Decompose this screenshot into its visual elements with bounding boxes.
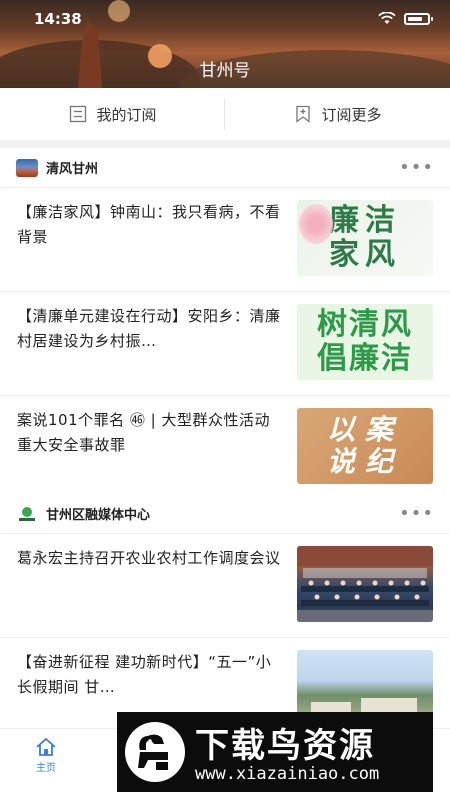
more-icon[interactable]: ••• — [399, 157, 434, 178]
watermark-url: www.xiazainiao.com — [195, 764, 380, 784]
channel-card: 清风甘州 ••• 【廉洁家风】钟南山：我只看病，不看背景 廉洁 家风 【清廉单元… — [0, 148, 450, 500]
blossom-decoration — [299, 204, 333, 244]
thumbnail-text: 廉洁 家风 — [329, 202, 401, 272]
list-item[interactable]: 案说101个罪名 ㊻ | 大型群众性活动重大安全事故罪 以案 说纪 — [0, 396, 450, 500]
thumbnail-text: 树清风 倡廉洁 — [317, 306, 413, 376]
banner-decoration — [108, 0, 130, 22]
thumbnail-text: 以案 说纪 — [326, 412, 403, 478]
channel-name: 甘州区融媒体中心 — [46, 508, 151, 523]
channel-header[interactable]: 清风甘州 ••• — [0, 148, 450, 188]
article-thumbnail: 廉洁 家风 — [297, 200, 433, 276]
tab-home-label: 主页 — [36, 763, 56, 774]
subscribe-more-label: 订阅更多 — [321, 105, 382, 124]
article-title: 葛永宏主持召开农业农村工作调度会议 — [17, 549, 281, 567]
home-icon — [36, 737, 56, 756]
status-time: 14:38 — [34, 10, 82, 28]
meeting-photo — [297, 546, 433, 622]
tab-home[interactable]: 主页 — [26, 737, 66, 774]
wifi-icon — [378, 12, 396, 24]
watermark-title: 下载鸟资源 — [195, 726, 375, 766]
article-title: 【奋进新征程 建功新时代】“五一”小长假期间 甘… — [17, 653, 272, 696]
channel-card: 甘州区融媒体中心 ••• 葛永宏主持召开农业农村工作调度会议 【奋进新征程 建功… — [0, 494, 450, 742]
subscribe-more-button[interactable]: 订阅更多 — [225, 88, 450, 140]
channel-name: 清风甘州 — [46, 162, 99, 177]
list-icon — [70, 105, 87, 123]
more-icon[interactable]: ••• — [399, 503, 434, 524]
channel-logo — [16, 158, 38, 177]
page-title: 甘州号 — [199, 61, 251, 81]
channel-logo — [19, 506, 35, 521]
my-subscriptions-button[interactable]: 我的订阅 — [0, 88, 225, 140]
header-banner: 14:38 甘州号 — [0, 0, 450, 88]
article-title: 【廉洁家风】钟南山：我只看病，不看背景 — [17, 203, 281, 246]
subscribe-bar: 我的订阅 订阅更多 — [0, 88, 450, 140]
article-title: 案说101个罪名 ㊻ | 大型群众性活动重大安全事故罪 — [17, 411, 270, 454]
list-item[interactable]: 【清廉单元建设在行动】安阳乡：清廉村居建设为乡村振… 树清风 倡廉洁 — [0, 292, 450, 396]
my-subscriptions-label: 我的订阅 — [96, 105, 157, 124]
article-thumbnail: 树清风 倡廉洁 — [297, 304, 433, 380]
battery-icon — [404, 12, 433, 25]
status-icons — [378, 12, 433, 25]
article-thumbnail: 以案 说纪 — [297, 408, 433, 484]
list-item[interactable]: 葛永宏主持召开农业农村工作调度会议 — [0, 534, 450, 638]
article-thumbnail — [297, 546, 433, 622]
bird-icon — [138, 734, 168, 770]
article-title: 【清廉单元建设在行动】安阳乡：清廉村居建设为乡村振… — [17, 307, 281, 350]
bookmark-add-icon — [296, 105, 311, 123]
divider — [224, 98, 225, 130]
list-item[interactable]: 【廉洁家风】钟南山：我只看病，不看背景 廉洁 家风 — [0, 188, 450, 292]
channel-header[interactable]: 甘州区融媒体中心 ••• — [0, 494, 450, 534]
watermark: 下载鸟资源 www.xiazainiao.com — [117, 712, 433, 792]
